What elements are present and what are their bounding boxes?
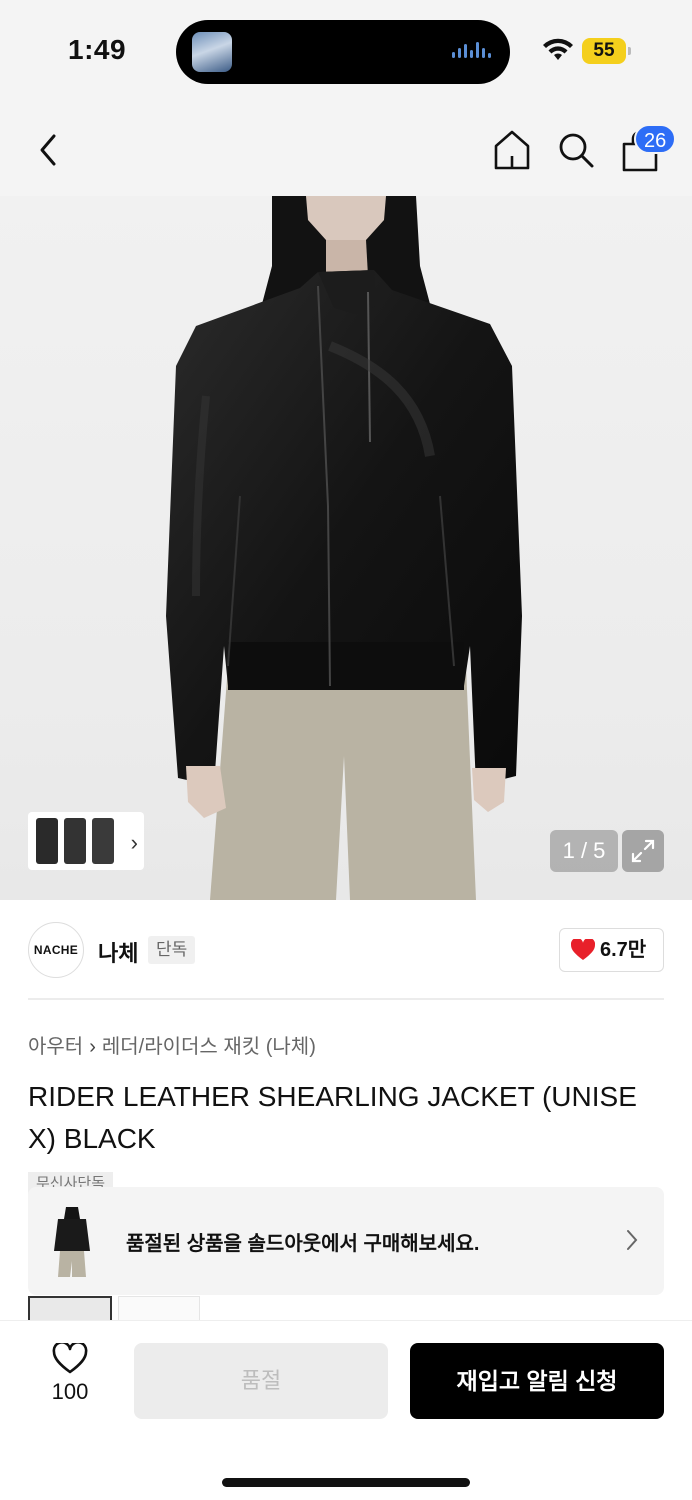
product-photo — [166, 196, 522, 900]
chevron-right-icon: › — [89, 1036, 96, 1058]
product-image-gallery[interactable]: › 1 / 5 — [0, 196, 692, 900]
soldout-banner[interactable]: 품절된 상품을 솔드아웃에서 구매해보세요. — [28, 1187, 664, 1295]
thumbnail-image[interactable] — [64, 818, 86, 864]
wishlist-button[interactable]: 100 — [32, 1343, 108, 1423]
dynamic-island[interactable] — [176, 20, 510, 84]
image-counter: 1 / 5 — [550, 830, 618, 872]
brand-logo[interactable]: NACHE — [28, 922, 84, 978]
heart-filled-icon — [571, 939, 595, 960]
expand-icon[interactable] — [622, 830, 664, 872]
status-bar: 1:49 55 — [0, 0, 692, 100]
thumbnail-image[interactable] — [118, 1296, 200, 1320]
soldout-button: 품절 — [134, 1343, 388, 1419]
battery-indicator: 55 — [582, 38, 631, 64]
thumbnail-image[interactable] — [28, 1296, 112, 1320]
heart-outline-icon — [52, 1343, 88, 1374]
back-icon[interactable] — [30, 130, 66, 170]
bottom-action-bar: 100 품절 재입고 알림 신청 — [0, 1320, 692, 1500]
brand-name[interactable]: 나체 — [98, 936, 138, 968]
breadcrumb: 아우터 › 레더/라이더스 재킷 (나체) — [28, 1030, 316, 1059]
thumbnail-image[interactable] — [36, 818, 58, 864]
now-playing-thumbnail — [192, 32, 232, 72]
exclusive-badge: 단독 — [148, 936, 196, 964]
brand-like-button[interactable]: 6.7만 — [559, 928, 664, 972]
breadcrumb-subcategory[interactable]: 레더/라이더스 재킷 (나체) — [102, 1036, 316, 1058]
search-icon[interactable] — [556, 130, 596, 170]
product-title: RIDER LEATHER SHEARLING JACKET (UNISEX) … — [28, 1081, 637, 1154]
thumbnail-image[interactable] — [92, 818, 114, 864]
chevron-right-icon[interactable]: › — [131, 830, 138, 856]
audio-wave-icon — [452, 42, 492, 62]
cart-count-badge: 26 — [634, 124, 677, 154]
partial-thumbnail-row — [28, 1296, 200, 1320]
top-nav — [0, 100, 692, 196]
thumbnail-strip[interactable]: › — [28, 812, 144, 870]
status-time: 1:49 — [68, 34, 127, 65]
restock-alert-button[interactable]: 재입고 알림 신청 — [410, 1343, 664, 1419]
wifi-icon — [543, 38, 573, 60]
wishlist-count: 100 — [51, 1379, 89, 1404]
chevron-right-icon — [627, 1230, 638, 1250]
brand-like-count: 6.7만 — [600, 939, 647, 961]
soldout-banner-text: 품절된 상품을 솔드아웃에서 구매해보세요. — [126, 1233, 480, 1255]
home-indicator[interactable] — [222, 1478, 470, 1487]
divider — [28, 998, 664, 1000]
home-icon[interactable] — [492, 128, 532, 172]
banner-product-thumbnail — [50, 1205, 94, 1277]
breadcrumb-category[interactable]: 아우터 — [28, 1036, 83, 1058]
